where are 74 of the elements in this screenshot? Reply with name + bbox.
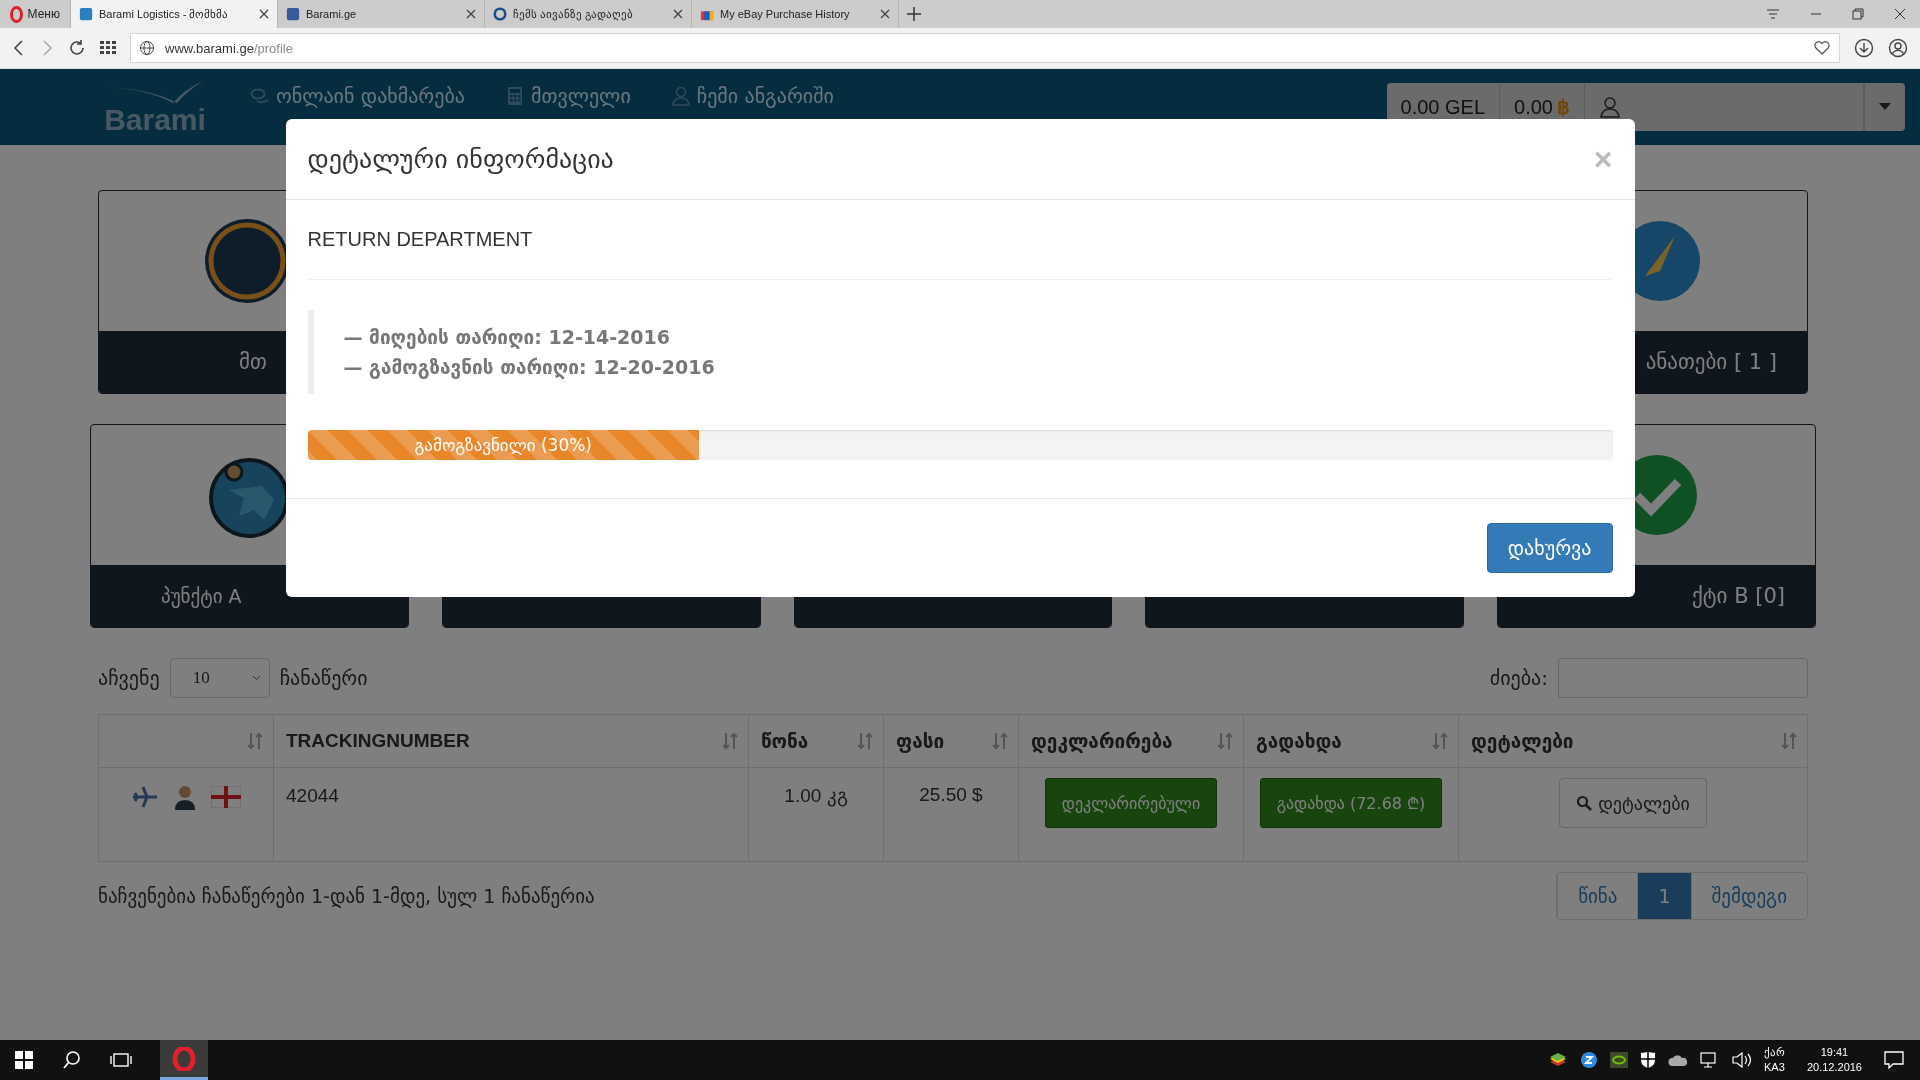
shield-icon[interactable] <box>1639 1051 1656 1069</box>
sort-icon <box>722 732 738 750</box>
language-indicator[interactable]: ქარ KA3 <box>1763 1045 1785 1075</box>
chevron-icon <box>251 675 261 681</box>
column-header[interactable]: TRACKINGNUMBER <box>273 714 749 768</box>
reload-icon[interactable] <box>68 39 86 57</box>
search-label: ძიება: <box>1489 666 1548 690</box>
column-header[interactable]: დეტალები <box>1458 714 1808 768</box>
close-button[interactable]: დახურვა <box>1486 523 1613 573</box>
sort-icon <box>247 732 263 750</box>
sort-icon <box>1217 732 1233 750</box>
close-icon[interactable] <box>880 9 890 19</box>
opera-icon <box>172 1046 196 1071</box>
dialog-title: დეტალური ინფორმაცია <box>307 144 614 174</box>
table-info: ნაჩვენებია ჩანაწერები 1-დან 1-მდე, სულ 1 ჩანაწერია <box>98 885 595 907</box>
clock[interactable]: 19:41 20.12.2016 <box>1796 1045 1872 1075</box>
close-icon[interactable] <box>466 9 476 19</box>
close-icon[interactable] <box>1894 8 1906 20</box>
account-icon[interactable] <box>1888 38 1908 58</box>
records-label: ჩანაწერი <box>279 666 368 690</box>
grid-icon[interactable] <box>100 40 116 56</box>
volume-icon[interactable] <box>1731 1052 1752 1068</box>
search-icon[interactable] <box>62 1050 82 1070</box>
site-icon <box>286 7 300 21</box>
chat-icon <box>250 86 270 106</box>
site-icon <box>79 7 93 21</box>
notifications-icon[interactable] <box>1884 1051 1904 1069</box>
nav-link[interactable]: ჩემი ანგარიში <box>670 84 834 108</box>
page-link[interactable]: 1 <box>1637 873 1691 919</box>
sort-icon <box>857 732 873 750</box>
weight-cell: 1.00 კგ <box>748 767 884 862</box>
close-icon[interactable] <box>259 9 269 19</box>
sort-icon <box>992 732 1008 750</box>
new-tab-icon[interactable] <box>907 7 921 21</box>
search-field[interactable] <box>1558 658 1808 698</box>
progress-bar: გამოგზავნილი (30%) <box>307 430 699 460</box>
z-icon[interactable] <box>1579 1051 1598 1069</box>
browser-tab[interactable]: Barami Logistics - მომხმა <box>70 0 277 28</box>
page-size-select[interactable]: 10 <box>169 658 270 698</box>
sort-icon <box>1781 732 1797 750</box>
department-name: RETURN DEPARTMENT <box>307 228 1613 280</box>
column-header[interactable]: დეკლარირება <box>1018 714 1244 768</box>
pay-button[interactable]: გადახდა (72.68 ₾) <box>1259 778 1443 828</box>
column-header[interactable]: გადახდა <box>1243 714 1459 768</box>
declared-button[interactable]: დეკლარირებული <box>1044 778 1218 828</box>
price-cell: 25.50 $ <box>883 767 1019 862</box>
globe-icon <box>139 40 155 56</box>
sort-icon <box>1432 732 1448 750</box>
opera-taskbar-button[interactable] <box>160 1040 208 1080</box>
windows-icon[interactable] <box>14 1050 34 1070</box>
close-icon[interactable] <box>673 9 683 19</box>
search-icon <box>1576 795 1593 811</box>
person-icon <box>173 784 197 810</box>
back-icon[interactable] <box>12 39 26 57</box>
site-icon <box>493 7 507 21</box>
show-label: აჩვენე <box>98 666 160 690</box>
column-header[interactable]: წონა <box>748 714 884 768</box>
user-icon <box>670 86 691 106</box>
nav-link[interactable]: მთვლელი <box>504 84 631 108</box>
caret-icon <box>1879 103 1891 111</box>
task-view-icon[interactable] <box>110 1051 132 1069</box>
page-link[interactable]: შემდეგი <box>1690 873 1807 919</box>
nav-link[interactable]: ონლაინ დახმარება <box>250 84 465 108</box>
restore-icon[interactable] <box>1852 8 1864 20</box>
download-icon[interactable] <box>1854 38 1874 58</box>
details-button[interactable]: დეტალები <box>1559 778 1707 828</box>
user-icon <box>1599 96 1621 118</box>
column-header[interactable]: ფასი <box>883 714 1019 768</box>
eye-icon[interactable] <box>1609 1052 1628 1068</box>
flag-icon <box>211 786 241 808</box>
cloud-icon[interactable] <box>1667 1053 1688 1067</box>
browser-menu[interactable]: Меню <box>0 0 70 28</box>
address-field[interactable]: www.barami.ge/profile <box>130 33 1840 63</box>
tracking-number: 42044 <box>286 785 339 806</box>
